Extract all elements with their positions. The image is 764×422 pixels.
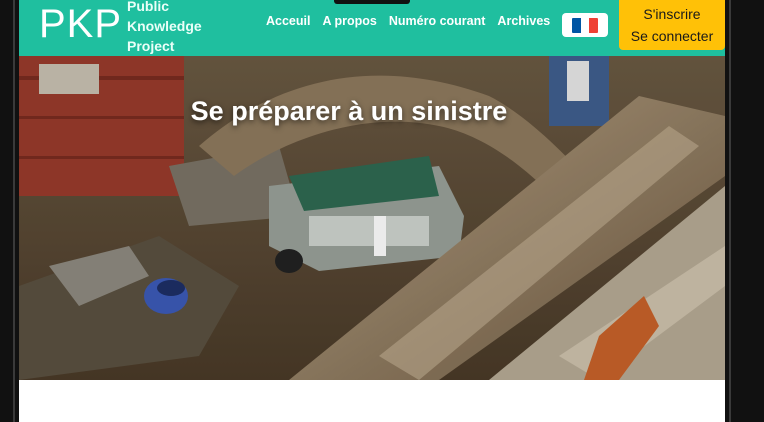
language-switcher[interactable]: [562, 13, 608, 37]
login-link[interactable]: Se connecter: [631, 25, 714, 47]
nav-item-about[interactable]: A propos: [322, 14, 376, 28]
logo-sub-line-2: Knowledge: [127, 18, 202, 34]
register-link[interactable]: S'inscrire: [643, 3, 700, 25]
device-notch: [334, 0, 410, 4]
site-logo-subtitle: Public Knowledge Project: [127, 0, 202, 56]
auth-panel: S'inscrire Se connecter: [619, 0, 725, 50]
site-header: PKP Public Knowledge Project Acceuil A p…: [19, 0, 725, 56]
hero-title: Se préparer à un sinistre: [190, 96, 508, 127]
site-logo[interactable]: PKP: [39, 2, 122, 46]
logo-sub-line-1: Public: [127, 0, 170, 14]
page: PKP Public Knowledge Project Acceuil A p…: [19, 0, 725, 422]
nav-item-current-issue[interactable]: Numéro courant: [389, 14, 486, 28]
device-frame-right: [725, 0, 764, 422]
french-flag-icon: [572, 17, 598, 33]
logo-sub-line-3: Project: [127, 38, 175, 54]
hero-banner: Se préparer à un sinistre: [19, 56, 725, 380]
nav-item-archives[interactable]: Archives: [497, 14, 550, 28]
device-frame-left: [0, 0, 19, 422]
nav-item-home[interactable]: Acceuil: [266, 14, 310, 28]
main-nav: Acceuil A propos Numéro courant Archives: [266, 14, 550, 28]
